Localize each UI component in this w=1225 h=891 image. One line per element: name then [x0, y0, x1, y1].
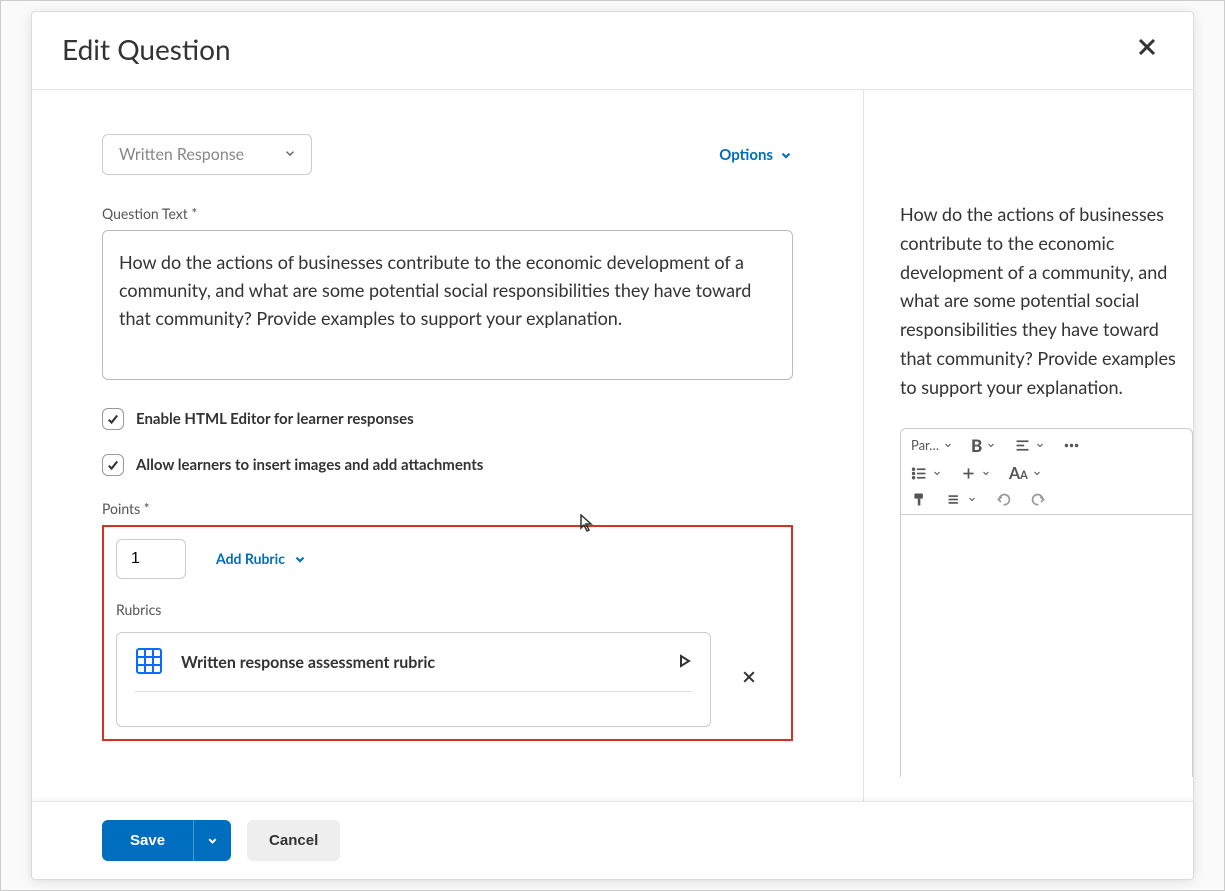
main-panel: Written Response Options Question Text * [32, 90, 863, 801]
chevron-down-icon [206, 834, 219, 847]
format-painter-button[interactable] [911, 491, 928, 508]
chevron-down-icon [283, 145, 297, 164]
rubric-grid-icon [135, 647, 163, 679]
cursor-icon [580, 514, 594, 532]
save-button[interactable]: Save [102, 820, 193, 861]
add-rubric-label: Add Rubric [216, 550, 285, 567]
points-input[interactable] [116, 539, 186, 579]
editor-toolbar: Par… B [900, 428, 1193, 515]
question-type-dropdown[interactable]: Written Response [102, 134, 312, 175]
align-left-icon [1014, 437, 1031, 454]
bold-icon: B [971, 435, 982, 456]
preview-question-text: How do the actions of businesses contrib… [900, 200, 1193, 402]
points-label: Points * [102, 500, 793, 517]
answer-editor-body[interactable] [900, 515, 1193, 777]
font-size-dropdown[interactable]: AA [1009, 464, 1042, 483]
html-editor-label: Enable HTML Editor for learner responses [136, 410, 414, 428]
attachments-checkbox[interactable] [102, 454, 124, 476]
paragraph-style-dropdown[interactable]: Par… [911, 437, 953, 453]
redo-button[interactable] [1030, 491, 1047, 508]
paragraph-label: Par… [911, 437, 939, 453]
rubric-highlighted-section: Add Rubric Rubrics [102, 525, 793, 741]
plus-icon [960, 465, 977, 482]
bold-dropdown[interactable]: B [971, 435, 996, 456]
close-icon [1137, 37, 1157, 57]
rubric-name: Written response assessment rubric [181, 653, 660, 672]
close-icon [741, 669, 757, 685]
options-dropdown[interactable]: Options [719, 146, 793, 164]
redo-icon [1030, 491, 1047, 508]
close-button[interactable] [1131, 28, 1163, 69]
checkmark-icon [106, 412, 120, 426]
insert-dropdown[interactable] [960, 465, 991, 482]
chevron-down-icon [293, 552, 307, 566]
html-editor-checkbox[interactable] [102, 408, 124, 430]
ellipsis-icon [1063, 437, 1080, 454]
modal-dialog: Edit Question Written Response Options [31, 11, 1194, 880]
modal-header: Edit Question [32, 12, 1193, 90]
undo-button[interactable] [995, 491, 1012, 508]
options-label: Options [719, 146, 773, 164]
add-rubric-dropdown[interactable]: Add Rubric [216, 550, 307, 567]
rubric-card[interactable]: Written response assessment rubric [116, 632, 711, 727]
list-dropdown[interactable] [911, 465, 942, 482]
chevron-down-icon [943, 437, 953, 453]
attachments-label: Allow learners to insert images and add … [136, 456, 483, 474]
question-type-label: Written Response [119, 145, 244, 164]
chevron-down-icon [1035, 437, 1045, 453]
modal-footer: Save Cancel [32, 801, 1193, 879]
list-icon [911, 465, 928, 482]
chevron-down-icon [986, 437, 996, 453]
save-dropdown-button[interactable] [193, 820, 231, 861]
more-options-button[interactable] [1063, 437, 1080, 454]
format-painter-icon [911, 491, 928, 508]
chevron-down-icon [932, 465, 942, 481]
preview-panel: How do the actions of businesses contrib… [863, 90, 1193, 801]
align-dropdown[interactable] [1014, 437, 1045, 454]
chevron-down-icon [981, 465, 991, 481]
line-spacing-dropdown[interactable] [946, 491, 977, 508]
remove-rubric-button[interactable] [719, 669, 779, 689]
cancel-button[interactable]: Cancel [247, 820, 340, 861]
undo-icon [995, 491, 1012, 508]
chevron-down-icon [967, 491, 977, 507]
question-text-input[interactable] [102, 230, 793, 380]
chevron-down-icon [779, 148, 793, 162]
modal-title: Edit Question [62, 32, 231, 66]
checkmark-icon [106, 458, 120, 472]
line-spacing-icon [946, 491, 963, 508]
chevron-down-icon [1032, 465, 1042, 481]
question-text-label: Question Text * [102, 205, 793, 222]
expand-rubric-icon[interactable] [678, 653, 692, 672]
font-size-icon: AA [1009, 464, 1028, 483]
rubrics-label: Rubrics [116, 601, 779, 618]
